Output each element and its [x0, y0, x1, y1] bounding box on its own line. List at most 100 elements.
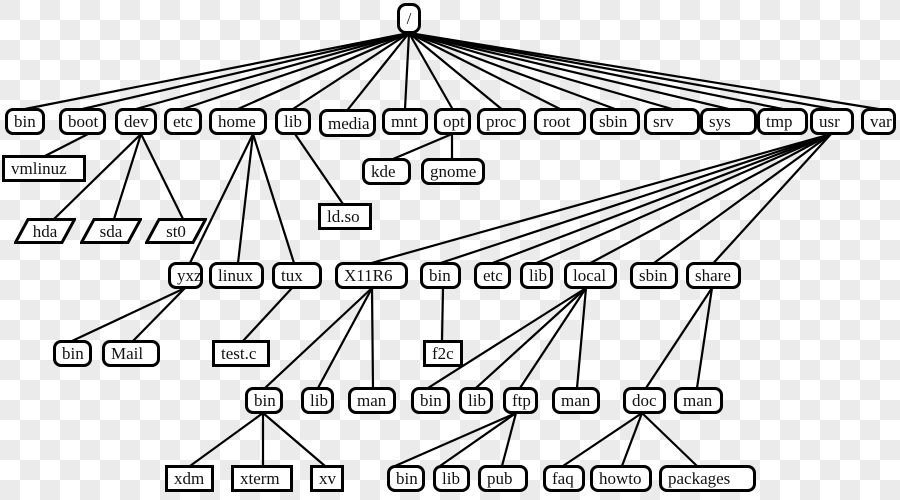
- node-share[interactable]: share: [686, 262, 741, 289]
- node-xdm[interactable]: xdm: [165, 465, 214, 492]
- node-label: f2c: [432, 344, 454, 363]
- node-st0[interactable]: st0: [145, 218, 207, 244]
- node-label: doc: [632, 391, 657, 410]
- node-hda[interactable]: hda: [14, 218, 76, 244]
- node-vmlinuz[interactable]: vmlinuz: [2, 155, 86, 182]
- node-xv[interactable]: xv: [310, 465, 344, 492]
- node-linux[interactable]: linux: [209, 262, 264, 289]
- node-local[interactable]: local: [564, 262, 617, 289]
- node-media[interactable]: media: [319, 109, 376, 137]
- node-l-man[interactable]: man: [552, 387, 600, 414]
- edge-usr-to-usr_etc: [492, 132, 832, 265]
- node-bin[interactable]: bin: [5, 108, 45, 135]
- node-label: bin: [429, 266, 451, 285]
- node-label: man: [357, 391, 387, 410]
- node-label: gnome: [430, 162, 477, 181]
- node-boot[interactable]: boot: [59, 108, 106, 135]
- edge-usr_bin-to-f2c: [440, 287, 445, 342]
- node-label: sys: [709, 112, 731, 131]
- edge-doc-to-faq: [562, 412, 643, 467]
- edge-usr-to-usr_lib: [536, 132, 832, 265]
- node-opt[interactable]: opt: [434, 108, 471, 135]
- node-label: media: [328, 113, 370, 133]
- node-xterm[interactable]: xterm: [231, 465, 293, 492]
- node-l-bin[interactable]: bin: [411, 387, 450, 414]
- node-faq[interactable]: faq: [543, 465, 585, 492]
- node-label: root: [543, 112, 571, 131]
- node-ldso[interactable]: ld.so: [318, 203, 372, 230]
- node-yxz[interactable]: yxz: [168, 262, 203, 289]
- edge-lib-to-ldso: [294, 133, 344, 205]
- edge-root-to-srv: [408, 31, 673, 111]
- node-label: vmlinuz: [11, 159, 67, 178]
- node-usr-etc[interactable]: etc: [474, 262, 511, 289]
- node-label: Mail: [111, 344, 144, 363]
- node-proc[interactable]: proc: [477, 108, 526, 135]
- node-label: kde: [371, 162, 396, 181]
- node-label: tux: [281, 266, 303, 285]
- node-howto[interactable]: howto: [590, 465, 652, 492]
- node-s-man[interactable]: man: [674, 387, 723, 414]
- node-label: mnt: [391, 112, 418, 131]
- node-doc[interactable]: doc: [623, 387, 666, 414]
- node-label: opt: [443, 112, 465, 131]
- node-dev[interactable]: dev: [115, 108, 157, 135]
- node-x-bin[interactable]: bin: [245, 387, 283, 414]
- node-yxz-bin[interactable]: bin: [53, 340, 92, 367]
- edge-x11r6-to-x_man: [370, 287, 375, 389]
- node-x-man[interactable]: man: [348, 387, 396, 414]
- node-label: dev: [124, 112, 149, 131]
- node-label: etc: [483, 266, 503, 285]
- node-testc[interactable]: test.c: [212, 340, 270, 367]
- node-l-lib[interactable]: lib: [459, 387, 493, 414]
- node-usr-bin[interactable]: bin: [420, 262, 461, 289]
- edge-root-to-usr: [408, 31, 833, 111]
- node-label: lib: [468, 391, 486, 410]
- node-tux[interactable]: tux: [272, 262, 322, 289]
- node-yxz-mail[interactable]: Mail: [102, 340, 160, 367]
- edge-root-to-var: [408, 31, 879, 111]
- node-label: tmp: [766, 112, 793, 131]
- node-mnt[interactable]: mnt: [382, 108, 428, 135]
- node-gnome[interactable]: gnome: [421, 158, 485, 185]
- node-label: test.c: [221, 344, 257, 363]
- node-usr-sbin[interactable]: sbin: [630, 262, 678, 289]
- node-kde[interactable]: kde: [362, 158, 411, 185]
- node-label: man: [561, 391, 591, 410]
- edge-x11r6-to-x_lib: [317, 287, 373, 389]
- edge-share-to-doc: [645, 287, 713, 389]
- node-tmp[interactable]: tmp: [757, 108, 808, 135]
- node-sda[interactable]: sda: [80, 218, 142, 244]
- node-ftp[interactable]: ftp: [503, 387, 538, 414]
- node-packages[interactable]: packages: [659, 465, 756, 492]
- node-label: faq: [552, 469, 574, 488]
- node-pub[interactable]: pub: [478, 465, 528, 492]
- node-home[interactable]: home: [209, 108, 267, 135]
- node-var[interactable]: var: [861, 108, 896, 135]
- node-usr[interactable]: usr: [810, 108, 854, 135]
- node-srv[interactable]: srv: [644, 108, 700, 135]
- node-label: home: [218, 112, 256, 131]
- node-label: /: [406, 9, 412, 28]
- node-f-bin[interactable]: bin: [387, 465, 425, 492]
- tree-edges: [24, 31, 879, 468]
- edge-root-to-dev: [135, 31, 410, 111]
- node-usr-lib[interactable]: lib: [520, 262, 553, 289]
- node-sys[interactable]: sys: [700, 108, 757, 135]
- node-rootdir[interactable]: root: [534, 108, 586, 135]
- node-label: bin: [420, 391, 442, 410]
- node-label: pub: [487, 469, 513, 488]
- node-label: proc: [486, 112, 517, 131]
- node-label: boot: [68, 112, 99, 131]
- node-x11r6[interactable]: X11R6: [335, 262, 408, 289]
- node-lib[interactable]: lib: [275, 108, 311, 135]
- node-x-lib[interactable]: lib: [301, 387, 334, 414]
- node-etc[interactable]: etc: [164, 108, 202, 135]
- node-label: var: [870, 112, 892, 131]
- node-label: ftp: [512, 391, 531, 410]
- node-root[interactable]: /: [397, 3, 421, 34]
- node-f-lib[interactable]: lib: [433, 465, 470, 492]
- node-label: bin: [396, 469, 418, 488]
- node-sbin[interactable]: sbin: [590, 108, 640, 135]
- node-f2c[interactable]: f2c: [423, 340, 463, 367]
